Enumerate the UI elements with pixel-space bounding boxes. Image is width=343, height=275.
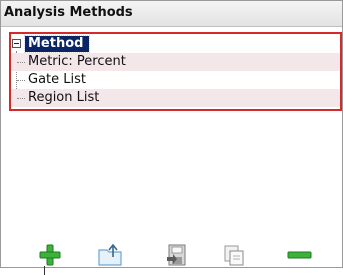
tree-root-method[interactable]: Method xyxy=(11,35,340,53)
save-icon xyxy=(167,244,186,266)
copy-button[interactable] xyxy=(221,243,247,267)
collapse-icon[interactable] xyxy=(12,39,21,48)
folder-up-icon xyxy=(98,243,122,266)
tree-branch-line xyxy=(17,62,25,63)
add-button[interactable] xyxy=(37,243,63,267)
save-button[interactable] xyxy=(163,243,189,267)
panel-title: Analysis Methods xyxy=(4,5,133,20)
tree-branch-line xyxy=(17,80,25,81)
method-tree[interactable]: Method Metric: Percent Gate List Region … xyxy=(9,32,342,111)
tree-item-metric[interactable]: Metric: Percent xyxy=(11,53,340,71)
open-button[interactable] xyxy=(97,243,123,267)
tree-item-region-list[interactable]: Region List xyxy=(11,89,340,107)
tree-branch-line xyxy=(17,98,25,99)
add-icon xyxy=(39,244,61,266)
remove-icon xyxy=(287,251,312,259)
copy-icon xyxy=(224,245,244,266)
tree-item-gate-list[interactable]: Gate List xyxy=(11,71,340,89)
tree-item-label[interactable]: Gate List xyxy=(28,72,86,88)
panel-header: Analysis Methods xyxy=(1,1,342,27)
tree-item-label[interactable]: Region List xyxy=(28,90,99,106)
tree-root-label[interactable]: Method xyxy=(23,35,91,53)
panel-splitter-tick xyxy=(44,266,45,275)
analysis-methods-panel: Analysis Methods Method Metric: Percent … xyxy=(0,0,343,268)
tree-item-label[interactable]: Metric: Percent xyxy=(28,54,126,70)
remove-button[interactable] xyxy=(286,243,312,267)
toolbar xyxy=(1,241,342,267)
